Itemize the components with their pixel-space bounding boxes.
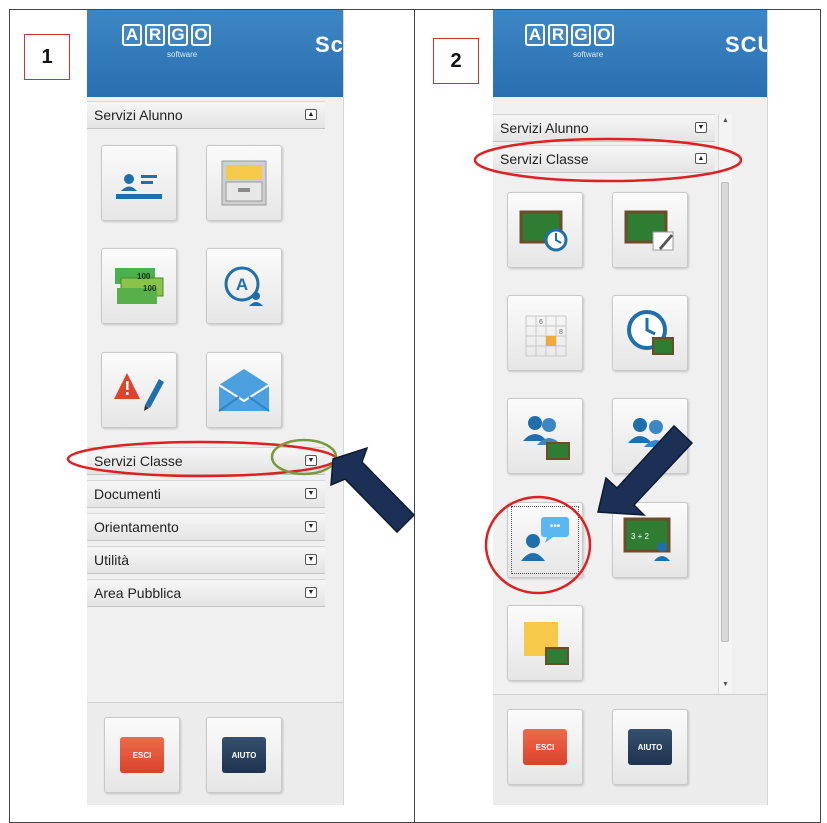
tile-grades[interactable]: A — [206, 248, 282, 324]
section-label: Orientamento — [94, 519, 179, 535]
svg-text:8: 8 — [559, 329, 563, 336]
collapse-icon[interactable]: ▲ — [695, 153, 707, 164]
warning-edit-icon — [114, 373, 164, 411]
scroll-thumb[interactable] — [721, 182, 729, 642]
envelope-icon — [218, 369, 270, 412]
tile-notes[interactable] — [101, 352, 177, 428]
expand-icon[interactable]: ▼ — [305, 521, 317, 532]
board-clock-icon — [519, 210, 568, 252]
tile-class-group[interactable] — [507, 398, 583, 474]
svg-text:100: 100 — [137, 272, 151, 281]
logo-subtitle: software — [573, 50, 604, 59]
tile-bulletin[interactable] — [507, 605, 583, 681]
group-board-icon — [523, 416, 570, 460]
logo-letter: O — [191, 24, 211, 46]
svg-text:100: 100 — [143, 284, 157, 293]
logo-letter: R — [145, 24, 165, 46]
logo-letter: A — [525, 24, 545, 46]
grade-profile-icon: A — [224, 266, 263, 306]
svg-text:6: 6 — [539, 319, 543, 326]
calendar-grid-icon: 6 8 — [525, 315, 567, 357]
logo-letter: O — [594, 24, 614, 46]
help-button[interactable]: AIUTO — [222, 737, 266, 773]
expand-icon[interactable]: ▼ — [305, 488, 317, 499]
sticky-note-board-icon — [524, 622, 569, 665]
logo-letter: G — [571, 24, 591, 46]
sidebar-panel-1: A R G O software Sc Servizi Alunno ▲ 100… — [87, 10, 344, 805]
section-orientamento[interactable]: Orientamento ▼ — [87, 513, 325, 541]
step-number-2: 2 — [433, 38, 479, 84]
tile-calendar[interactable]: 6 8 — [507, 295, 583, 371]
svg-text:•••: ••• — [550, 521, 561, 532]
section-label: Servizi Alunno — [500, 120, 589, 136]
scroll-up-icon[interactable]: ▲ — [719, 116, 732, 126]
header-title-cut: SCU — [725, 32, 767, 57]
help-button[interactable]: AIUTO — [628, 729, 672, 765]
section-servizi-classe[interactable]: Servizi Classe ▼ — [87, 447, 325, 475]
scroll-down-icon[interactable]: ▼ — [719, 680, 732, 690]
student-card-icon — [116, 174, 162, 199]
tile-timetable[interactable] — [612, 295, 688, 371]
logo-letter: A — [122, 24, 142, 46]
svg-text:3 + 2: 3 + 2 — [631, 532, 650, 541]
sidebar-panel-2: A R G O software SCU Servizi Alunno ▼ Se… — [493, 10, 768, 805]
tile-lessons[interactable]: 3 + 2 — [612, 502, 688, 578]
section-label: Servizi Alunno — [94, 107, 183, 123]
logo-letter: R — [548, 24, 568, 46]
banknotes-icon: 100 100 — [115, 268, 164, 304]
exit-tile[interactable]: ESCI — [507, 709, 583, 785]
group-icon — [628, 418, 668, 447]
argo-logo: A R G O — [525, 24, 614, 46]
board-math-icon: 3 + 2 — [623, 517, 671, 561]
tile-messages[interactable] — [206, 352, 282, 428]
frame-divider — [414, 10, 415, 822]
scrollbar[interactable]: ▲ ▼ — [718, 114, 732, 694]
section-label: Servizi Classe — [94, 453, 183, 469]
tile-board-edit[interactable] — [612, 192, 688, 268]
section-label: Servizi Classe — [500, 151, 589, 167]
argo-logo: A R G O — [122, 24, 211, 46]
help-tile[interactable]: AIUTO — [206, 717, 282, 793]
teacher-chat-icon: ••• — [521, 517, 569, 561]
logo-letter: G — [168, 24, 188, 46]
tile-group[interactable] — [612, 398, 688, 474]
panel-footer: ESCI AIUTO — [493, 694, 767, 805]
section-documenti[interactable]: Documenti ▼ — [87, 480, 325, 508]
tile-register[interactable] — [507, 192, 583, 268]
svg-text:A: A — [236, 275, 248, 294]
logo-subtitle: software — [167, 50, 198, 59]
panel-footer: ESCI AIUTO — [87, 702, 343, 805]
section-label: Documenti — [94, 486, 161, 502]
section-servizi-alunno[interactable]: Servizi Alunno ▲ — [87, 101, 325, 129]
collapse-icon[interactable]: ▲ — [305, 109, 317, 120]
app-header: A R G O software SCU — [493, 10, 767, 97]
section-servizi-alunno[interactable]: Servizi Alunno ▼ — [493, 114, 715, 142]
section-servizi-classe[interactable]: Servizi Classe ▲ — [493, 145, 715, 173]
header-title-cut: Sc — [315, 32, 344, 57]
expand-icon[interactable]: ▼ — [695, 122, 707, 133]
exit-button[interactable]: ESCI — [523, 729, 567, 765]
exit-tile[interactable]: ESCI — [104, 717, 180, 793]
help-tile[interactable]: AIUTO — [612, 709, 688, 785]
section-label: Area Pubblica — [94, 585, 182, 601]
tile-payments[interactable]: 100 100 — [101, 248, 177, 324]
expand-icon[interactable]: ▼ — [305, 587, 317, 598]
expand-icon[interactable]: ▼ — [305, 554, 317, 565]
board-edit-icon — [624, 210, 674, 251]
file-drawer-icon — [221, 160, 267, 206]
step-number-1: 1 — [24, 34, 70, 80]
clock-board-icon — [627, 310, 674, 355]
tile-student-card[interactable] — [101, 145, 177, 221]
app-header: A R G O software Sc — [87, 10, 343, 97]
section-label: Utilità — [94, 552, 130, 568]
section-area-pubblica[interactable]: Area Pubblica ▼ — [87, 579, 325, 607]
tile-archive[interactable] — [206, 145, 282, 221]
section-utilita[interactable]: Utilità ▼ — [87, 546, 325, 574]
tile-teacher-messages[interactable]: ••• — [507, 502, 583, 578]
exit-button[interactable]: ESCI — [120, 737, 164, 773]
expand-icon[interactable]: ▼ — [305, 455, 317, 466]
